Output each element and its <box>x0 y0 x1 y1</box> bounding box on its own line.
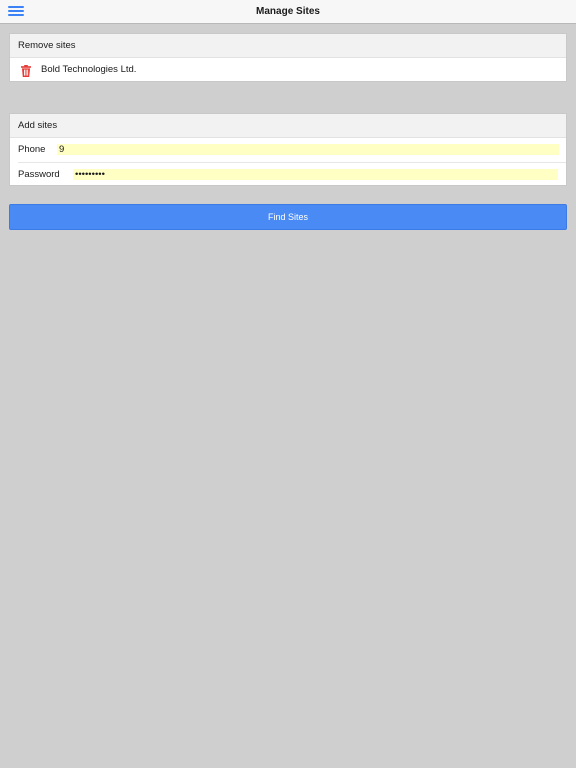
remove-sites-section: Remove sites Bold Technologies Ltd. <box>9 33 567 82</box>
trash-icon[interactable] <box>21 65 31 77</box>
top-bar: Manage Sites <box>0 0 576 24</box>
page-title: Manage Sites <box>256 6 320 17</box>
phone-row: Phone <box>10 138 566 162</box>
site-name: Bold Technologies Ltd. <box>41 64 137 75</box>
remove-sites-header: Remove sites <box>10 34 566 58</box>
password-row: Password <box>18 162 566 187</box>
phone-input[interactable] <box>57 144 559 155</box>
add-sites-section: Add sites Phone Password <box>9 113 567 186</box>
phone-label: Phone <box>18 144 46 155</box>
add-sites-header: Add sites <box>10 114 566 138</box>
site-row: Bold Technologies Ltd. <box>10 58 566 82</box>
find-sites-button[interactable]: Find Sites <box>9 204 567 230</box>
password-input[interactable] <box>73 169 558 180</box>
password-label: Password <box>18 169 60 180</box>
